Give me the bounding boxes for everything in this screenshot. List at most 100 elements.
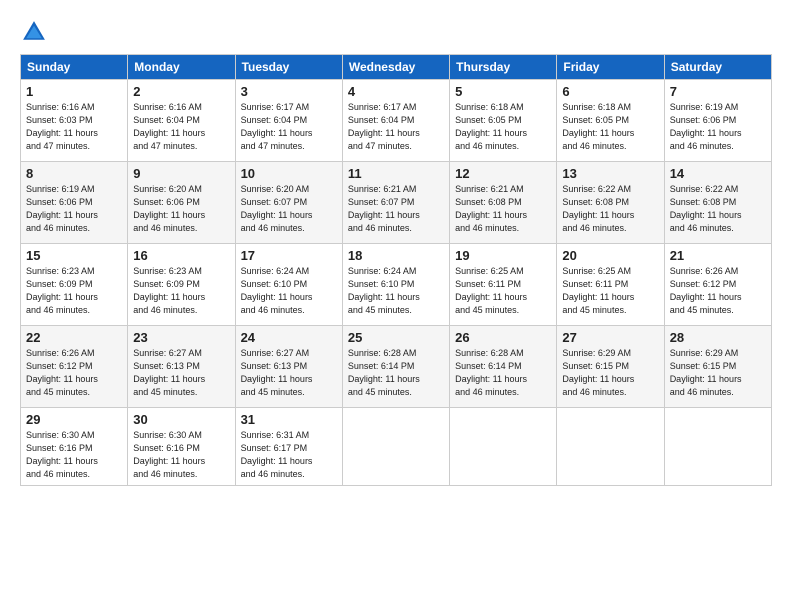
calendar-cell: 6 Sunrise: 6:18 AM Sunset: 6:05 PM Daylig… (557, 80, 664, 162)
day-number: 15 (26, 248, 122, 263)
day-number: 10 (241, 166, 337, 181)
calendar-cell: 26 Sunrise: 6:28 AM Sunset: 6:14 PM Dayli… (450, 326, 557, 408)
day-info: Sunrise: 6:21 AM Sunset: 6:07 PM Dayligh… (348, 183, 444, 235)
calendar-cell: 22 Sunrise: 6:26 AM Sunset: 6:12 PM Dayli… (21, 326, 128, 408)
day-info: Sunrise: 6:23 AM Sunset: 6:09 PM Dayligh… (133, 265, 229, 317)
day-number: 28 (670, 330, 766, 345)
day-number: 1 (26, 84, 122, 99)
day-number: 6 (562, 84, 658, 99)
day-info: Sunrise: 6:20 AM Sunset: 6:06 PM Dayligh… (133, 183, 229, 235)
day-info: Sunrise: 6:28 AM Sunset: 6:14 PM Dayligh… (348, 347, 444, 399)
calendar-cell (342, 408, 449, 486)
col-saturday: Saturday (664, 55, 771, 80)
calendar-cell: 3 Sunrise: 6:17 AM Sunset: 6:04 PM Daylig… (235, 80, 342, 162)
col-friday: Friday (557, 55, 664, 80)
day-number: 9 (133, 166, 229, 181)
day-info: Sunrise: 6:29 AM Sunset: 6:15 PM Dayligh… (670, 347, 766, 399)
day-number: 20 (562, 248, 658, 263)
day-number: 25 (348, 330, 444, 345)
calendar-cell (450, 408, 557, 486)
day-number: 27 (562, 330, 658, 345)
day-number: 19 (455, 248, 551, 263)
day-info: Sunrise: 6:26 AM Sunset: 6:12 PM Dayligh… (26, 347, 122, 399)
day-number: 24 (241, 330, 337, 345)
day-number: 22 (26, 330, 122, 345)
day-info: Sunrise: 6:19 AM Sunset: 6:06 PM Dayligh… (670, 101, 766, 153)
day-number: 31 (241, 412, 337, 427)
calendar-cell: 28 Sunrise: 6:29 AM Sunset: 6:15 PM Dayli… (664, 326, 771, 408)
day-number: 26 (455, 330, 551, 345)
calendar-cell: 31 Sunrise: 6:31 AM Sunset: 6:17 PM Dayli… (235, 408, 342, 486)
day-info: Sunrise: 6:24 AM Sunset: 6:10 PM Dayligh… (348, 265, 444, 317)
col-sunday: Sunday (21, 55, 128, 80)
day-info: Sunrise: 6:26 AM Sunset: 6:12 PM Dayligh… (670, 265, 766, 317)
day-info: Sunrise: 6:23 AM Sunset: 6:09 PM Dayligh… (26, 265, 122, 317)
day-number: 18 (348, 248, 444, 263)
day-info: Sunrise: 6:17 AM Sunset: 6:04 PM Dayligh… (348, 101, 444, 153)
day-number: 16 (133, 248, 229, 263)
calendar-cell: 13Sunrise: 6:22 AM Sunset: 6:08 PM Dayli… (557, 162, 664, 244)
day-info: Sunrise: 6:22 AM Sunset: 6:08 PM Dayligh… (670, 183, 766, 235)
calendar-cell: 21 Sunrise: 6:26 AM Sunset: 6:12 PM Dayli… (664, 244, 771, 326)
day-number: 2 (133, 84, 229, 99)
day-number: 29 (26, 412, 122, 427)
col-wednesday: Wednesday (342, 55, 449, 80)
calendar-header-row: Sunday Monday Tuesday Wednesday Thursday… (21, 55, 772, 80)
day-number: 8 (26, 166, 122, 181)
calendar-cell: 7 Sunrise: 6:19 AM Sunset: 6:06 PM Daylig… (664, 80, 771, 162)
day-info: Sunrise: 6:17 AM Sunset: 6:04 PM Dayligh… (241, 101, 337, 153)
calendar-cell: 25 Sunrise: 6:28 AM Sunset: 6:14 PM Dayli… (342, 326, 449, 408)
logo-icon (20, 18, 48, 46)
calendar-cell: 11 Sunrise: 6:21 AM Sunset: 6:07 PM Dayli… (342, 162, 449, 244)
day-number: 13 (562, 166, 658, 181)
day-info: Sunrise: 6:30 AM Sunset: 6:16 PM Dayligh… (133, 429, 229, 481)
calendar-table: Sunday Monday Tuesday Wednesday Thursday… (20, 54, 772, 486)
calendar-cell: 16 Sunrise: 6:23 AM Sunset: 6:09 PM Dayli… (128, 244, 235, 326)
col-tuesday: Tuesday (235, 55, 342, 80)
day-info: Sunrise: 6:18 AM Sunset: 6:05 PM Dayligh… (562, 101, 658, 153)
day-number: 14 (670, 166, 766, 181)
calendar-cell: 9 Sunrise: 6:20 AM Sunset: 6:06 PM Daylig… (128, 162, 235, 244)
day-info: Sunrise: 6:25 AM Sunset: 6:11 PM Dayligh… (455, 265, 551, 317)
calendar-cell: 30Sunrise: 6:30 AM Sunset: 6:16 PM Dayli… (128, 408, 235, 486)
header (20, 18, 772, 46)
day-number: 7 (670, 84, 766, 99)
day-info: Sunrise: 6:29 AM Sunset: 6:15 PM Dayligh… (562, 347, 658, 399)
day-number: 3 (241, 84, 337, 99)
day-number: 12 (455, 166, 551, 181)
day-info: Sunrise: 6:28 AM Sunset: 6:14 PM Dayligh… (455, 347, 551, 399)
day-info: Sunrise: 6:25 AM Sunset: 6:11 PM Dayligh… (562, 265, 658, 317)
calendar-cell: 10 Sunrise: 6:20 AM Sunset: 6:07 PM Dayli… (235, 162, 342, 244)
calendar-cell: 17 Sunrise: 6:24 AM Sunset: 6:10 PM Dayli… (235, 244, 342, 326)
day-info: Sunrise: 6:18 AM Sunset: 6:05 PM Dayligh… (455, 101, 551, 153)
col-monday: Monday (128, 55, 235, 80)
calendar-cell: 1 Sunrise: 6:16 AM Sunset: 6:03 PM Daylig… (21, 80, 128, 162)
day-info: Sunrise: 6:19 AM Sunset: 6:06 PM Dayligh… (26, 183, 122, 235)
day-info: Sunrise: 6:27 AM Sunset: 6:13 PM Dayligh… (133, 347, 229, 399)
calendar-cell: 14 Sunrise: 6:22 AM Sunset: 6:08 PM Dayli… (664, 162, 771, 244)
day-number: 11 (348, 166, 444, 181)
calendar-cell: 2 Sunrise: 6:16 AM Sunset: 6:04 PM Daylig… (128, 80, 235, 162)
day-info: Sunrise: 6:16 AM Sunset: 6:04 PM Dayligh… (133, 101, 229, 153)
day-number: 23 (133, 330, 229, 345)
day-info: Sunrise: 6:31 AM Sunset: 6:17 PM Dayligh… (241, 429, 337, 481)
calendar-cell (664, 408, 771, 486)
calendar-cell: 27 Sunrise: 6:29 AM Sunset: 6:15 PM Dayli… (557, 326, 664, 408)
day-info: Sunrise: 6:24 AM Sunset: 6:10 PM Dayligh… (241, 265, 337, 317)
day-info: Sunrise: 6:30 AM Sunset: 6:16 PM Dayligh… (26, 429, 122, 481)
calendar-cell: 12Sunrise: 6:21 AM Sunset: 6:08 PM Dayli… (450, 162, 557, 244)
calendar-cell: 29 Sunrise: 6:30 AM Sunset: 6:16 PM Dayli… (21, 408, 128, 486)
calendar-cell: 20 Sunrise: 6:25 AM Sunset: 6:11 PM Dayli… (557, 244, 664, 326)
calendar-cell: 23 Sunrise: 6:27 AM Sunset: 6:13 PM Dayli… (128, 326, 235, 408)
page: Sunday Monday Tuesday Wednesday Thursday… (0, 0, 792, 612)
col-thursday: Thursday (450, 55, 557, 80)
day-number: 17 (241, 248, 337, 263)
day-number: 4 (348, 84, 444, 99)
day-number: 5 (455, 84, 551, 99)
day-number: 21 (670, 248, 766, 263)
calendar-cell: 15 Sunrise: 6:23 AM Sunset: 6:09 PM Dayli… (21, 244, 128, 326)
calendar-cell: 19 Sunrise: 6:25 AM Sunset: 6:11 PM Dayli… (450, 244, 557, 326)
calendar-cell: 24Sunrise: 6:27 AM Sunset: 6:13 PM Dayli… (235, 326, 342, 408)
day-info: Sunrise: 6:16 AM Sunset: 6:03 PM Dayligh… (26, 101, 122, 153)
day-info: Sunrise: 6:20 AM Sunset: 6:07 PM Dayligh… (241, 183, 337, 235)
